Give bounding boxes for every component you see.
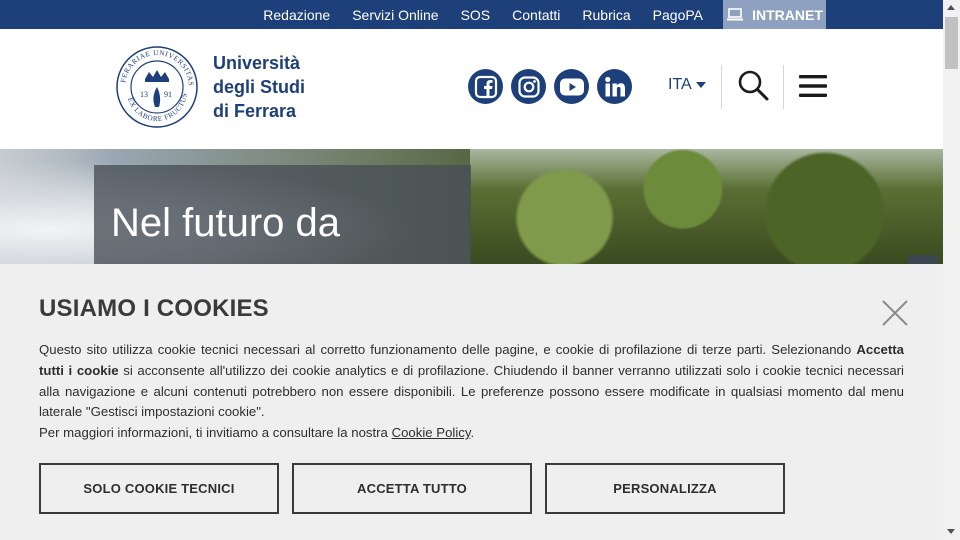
language-label: ITA — [668, 76, 692, 93]
top-link-pagopa[interactable]: PagoPA — [653, 7, 703, 23]
intranet-button[interactable]: INTRANET — [723, 0, 826, 29]
site-header: FERARIAE UNIVERSITAS EX LABORE FRUCTUS 1… — [0, 29, 943, 149]
instagram-icon — [517, 75, 540, 98]
top-link-redazione[interactable]: Redazione — [263, 7, 330, 23]
scroll-up-arrow-icon[interactable] — [947, 5, 955, 10]
hero-banner: Nel futuro da — [0, 149, 943, 264]
language-selector[interactable]: ITA — [668, 76, 706, 94]
university-name[interactable]: Università degli Studi di Ferrara — [213, 51, 305, 123]
cookie-text-part-1: Questo sito utilizza cookie tecnici nece… — [39, 342, 857, 357]
facebook-icon — [474, 75, 497, 98]
hamburger-menu-icon[interactable] — [799, 74, 827, 98]
top-link-rubrica[interactable]: Rubrica — [582, 7, 630, 23]
accept-all-button[interactable]: ACCETTA TUTTO — [292, 463, 532, 514]
brand-line-2: degli Studi — [213, 77, 305, 97]
header-divider — [721, 65, 722, 109]
scrollbar-thumb[interactable] — [945, 17, 958, 69]
page-scrollbar[interactable] — [943, 0, 960, 540]
linkedin-icon — [604, 76, 625, 96]
top-link-sos[interactable]: SOS — [461, 7, 491, 23]
cookie-more-prefix: Per maggiori informazioni, ti invitiamo … — [39, 425, 392, 440]
cookie-text-part-2: si acconsente all'utilizzo dei cookie an… — [39, 362, 904, 420]
cookie-policy-link[interactable]: Cookie Policy — [392, 425, 471, 440]
facebook-link[interactable] — [468, 69, 503, 104]
top-link-servizi-online[interactable]: Servizi Online — [352, 7, 438, 23]
cookie-more-suffix: . — [470, 425, 475, 440]
brand-line-1: Università — [213, 53, 301, 73]
linkedin-link[interactable] — [597, 69, 632, 104]
laptop-icon — [727, 7, 744, 20]
caret-down-icon — [695, 82, 706, 88]
instagram-link[interactable] — [511, 69, 546, 104]
page: Redazione Servizi Online SOS Contatti Ru… — [0, 0, 960, 540]
hero-overlay-chip — [908, 255, 938, 264]
social-links — [468, 69, 632, 104]
logo-year-left: 13 — [140, 90, 148, 99]
brand-line-3: di Ferrara — [213, 101, 297, 121]
technical-cookies-only-button[interactable]: SOLO COOKIE TECNICI — [39, 463, 279, 514]
top-utility-bar: Redazione Servizi Online SOS Contatti Ru… — [0, 0, 943, 29]
close-icon[interactable] — [881, 299, 909, 327]
header-divider — [783, 65, 784, 109]
top-links: Redazione Servizi Online SOS Contatti Ru… — [263, 0, 943, 29]
customize-button[interactable]: PERSONALIZZA — [545, 463, 785, 514]
cookie-more-info: Per maggiori informazioni, ti invitiamo … — [39, 423, 474, 443]
logo-year-right: 91 — [164, 90, 172, 99]
top-link-contatti[interactable]: Contatti — [512, 7, 560, 23]
youtube-link[interactable] — [554, 69, 589, 104]
cookie-banner-title: USIAMO I COOKIES — [39, 295, 269, 322]
youtube-icon — [559, 78, 584, 95]
hero-trees-image — [470, 149, 943, 264]
cookie-banner: USIAMO I COOKIES Questo sito utilizza co… — [0, 264, 943, 540]
intranet-label: INTRANET — [752, 6, 823, 23]
cookie-banner-text: Questo sito utilizza cookie tecnici nece… — [39, 340, 904, 423]
scroll-down-arrow-icon[interactable] — [947, 529, 955, 534]
search-icon[interactable] — [737, 69, 769, 101]
hero-headline: Nel futuro da — [111, 201, 341, 245]
university-seal-logo[interactable]: FERARIAE UNIVERSITAS EX LABORE FRUCTUS 1… — [115, 45, 199, 129]
